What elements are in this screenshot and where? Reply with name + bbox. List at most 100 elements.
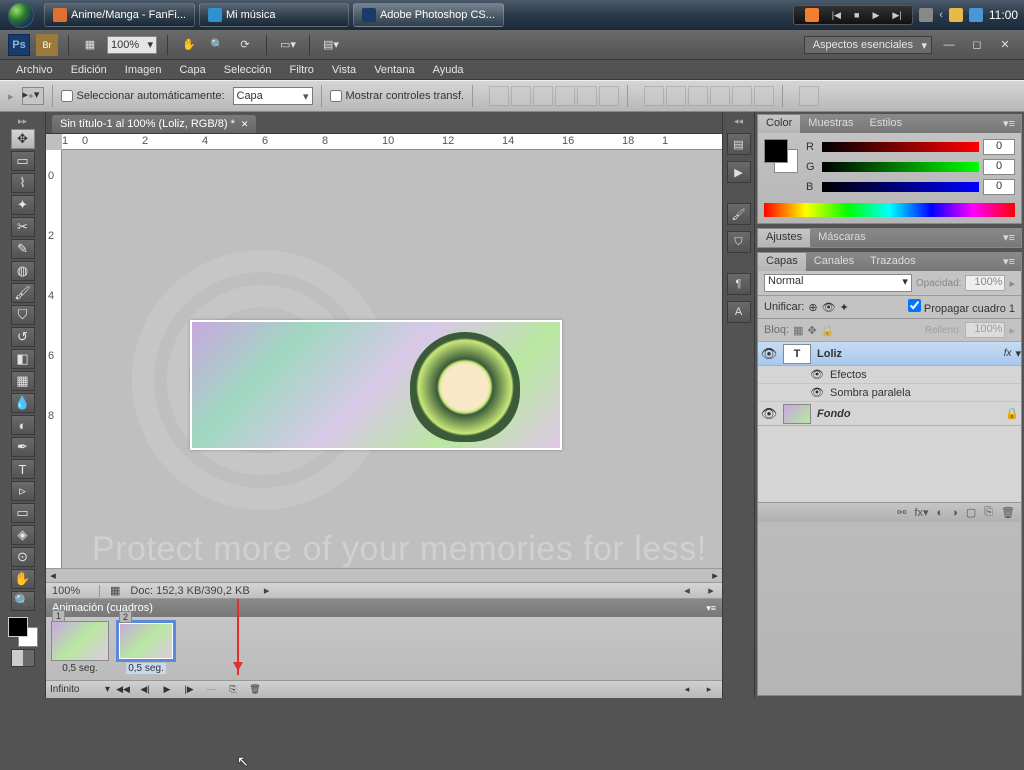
delete-layer-icon[interactable]: 🗑 [1001,506,1015,519]
frame-delay[interactable]: 0,5 seg. [126,663,166,674]
media-prev-icon[interactable]: |◀ [832,10,841,21]
close-icon[interactable]: ✕ [994,34,1016,56]
menu-imagen[interactable]: Imagen [117,62,170,78]
stamp-tool[interactable]: ⛉ [11,305,35,325]
paragraph-panel-icon[interactable]: ¶ [727,273,751,295]
distribute-icon[interactable] [666,86,686,106]
tab-channels[interactable]: Canales [806,253,862,271]
align-icon[interactable] [555,86,575,106]
tween-icon[interactable]: ⋯ [202,683,220,697]
quick-mask-toggle[interactable] [11,649,35,667]
new-layer-icon[interactable]: ⎘ [984,506,993,519]
3d-camera-tool[interactable]: ⊙ [11,547,35,567]
color-swatches[interactable] [764,139,798,173]
document-tab[interactable]: Sin título-1 al 100% (Loliz, RGB/8) * ✕ [52,115,256,133]
media-stop-icon[interactable]: ■ [854,10,859,20]
duplicate-frame-icon[interactable]: ⎘ [224,683,242,697]
zoom-tool[interactable]: 🔍 [11,591,35,611]
dodge-tool[interactable]: ◐ [11,415,35,435]
adjustment-layer-icon[interactable]: ◑ [951,507,958,519]
3d-tool[interactable]: ◈ [11,525,35,545]
gradient-tool[interactable]: ▦ [11,371,35,391]
menu-capa[interactable]: Capa [171,62,213,78]
lasso-tool[interactable]: ⌇ [11,173,35,193]
layer-mask-icon[interactable]: ◐ [937,507,944,519]
b-slider[interactable] [822,182,979,192]
screen-mode-icon[interactable]: ▭▾ [277,34,299,56]
unify-style-icon[interactable]: ✦ [840,301,849,314]
animation-frame[interactable]: 2 0,5 seg. [116,621,176,674]
rotate-view-icon[interactable]: ⟳ [234,34,256,56]
show-transform-checkbox[interactable]: Mostrar controles transf. [330,90,465,102]
layer-row[interactable]: 👁 T Loliz fx ▾ [758,342,1021,366]
propagate-checkbox[interactable]: Propagar cuadro 1 [908,299,1015,315]
shape-tool[interactable]: ▭ [11,503,35,523]
unify-position-icon[interactable]: ⊕ [808,301,817,314]
distribute-icon[interactable] [688,86,708,106]
link-layers-icon[interactable]: ⚯ [897,506,906,519]
arrange-icon[interactable]: ▦ [79,34,101,56]
loop-selector[interactable]: Infinito [50,684,110,695]
color-spectrum[interactable] [764,203,1015,217]
distribute-icon[interactable] [754,86,774,106]
fx-badge[interactable]: fx [1000,348,1016,359]
media-controls[interactable]: |◀ ■ ▶ ▶| [793,5,913,25]
panel-menu-icon[interactable]: ▾≡ [997,253,1021,271]
type-tool[interactable]: T [11,459,35,479]
status-menu-icon[interactable]: ▸ [260,584,274,597]
align-icon[interactable] [511,86,531,106]
pen-tool[interactable]: ✒ [11,437,35,457]
layer-style-icon[interactable]: fx▾ [914,506,928,519]
blur-tool[interactable]: 💧 [11,393,35,413]
color-swatches[interactable] [8,617,38,647]
media-play-icon[interactable]: ▶ [872,10,879,21]
visibility-icon[interactable]: 👁 [758,346,780,362]
tab-paths[interactable]: Trazados [862,253,923,271]
align-icon[interactable] [577,86,597,106]
visibility-icon[interactable]: 👁 [758,406,780,422]
hand-tool[interactable]: ✋ [11,569,35,589]
ruler-horizontal[interactable]: 102 468 101214 16181 [62,134,722,150]
auto-select-checkbox[interactable]: Seleccionar automáticamente: [61,90,225,102]
r-value[interactable]: 0 [983,139,1015,155]
fill-value[interactable]: 100% [965,322,1005,338]
blend-mode-select[interactable]: Normal [764,274,912,292]
distribute-icon[interactable] [732,86,752,106]
g-slider[interactable] [822,162,979,172]
layer-effects-row[interactable]: 👁Efectos [758,366,1021,384]
zoom-tool-icon[interactable]: 🔍 [206,34,228,56]
menu-edicion[interactable]: Edición [63,62,115,78]
zoom-field[interactable]: 100%▾ [107,36,157,54]
bridge-icon[interactable]: Br [36,34,58,56]
align-icon[interactable] [489,86,509,106]
tab-masks[interactable]: Máscaras [810,229,874,247]
media-next-icon[interactable]: ▶| [892,10,901,21]
tray-expand-icon[interactable]: ‹ [939,9,943,21]
restore-icon[interactable]: ◻ [966,34,988,56]
align-icon[interactable] [599,86,619,106]
layer-row[interactable]: 👁 Fondo 🔒 [758,402,1021,426]
layer-group-icon[interactable]: ▢ [966,506,976,519]
auto-select-target[interactable]: Capa [233,87,313,105]
brushes-panel-icon[interactable]: 🖌 [727,203,751,225]
lock-pixels-icon[interactable]: ▦ [793,324,803,337]
delete-frame-icon[interactable]: 🗑 [246,683,264,697]
menu-ventana[interactable]: Ventana [366,62,422,78]
layer-thumb[interactable] [783,404,811,424]
unify-visibility-icon[interactable]: 👁 [822,301,836,314]
distribute-icon[interactable] [644,86,664,106]
menu-ayuda[interactable]: Ayuda [425,62,472,78]
tray-icon[interactable] [949,8,963,22]
canvas[interactable]: Protect more of your memories for less! [62,150,722,568]
layer-effect-item[interactable]: 👁Sombra paralela [758,384,1021,402]
scrollbar-horizontal[interactable]: ◂ ▸ [46,568,722,582]
crop-tool[interactable]: ✂ [11,217,35,237]
lock-all-icon[interactable]: 🔒 [821,324,835,337]
animation-frame[interactable]: 1 0,5 seg. [50,621,110,674]
wand-tool[interactable]: ✦ [11,195,35,215]
menu-filtro[interactable]: Filtro [281,62,321,78]
taskbar-item-photoshop[interactable]: Adobe Photoshop CS... [353,3,504,27]
ruler-vertical[interactable]: 024 68 [46,150,62,568]
auto-align-icon[interactable] [799,86,819,106]
close-tab-icon[interactable]: ✕ [241,119,249,130]
